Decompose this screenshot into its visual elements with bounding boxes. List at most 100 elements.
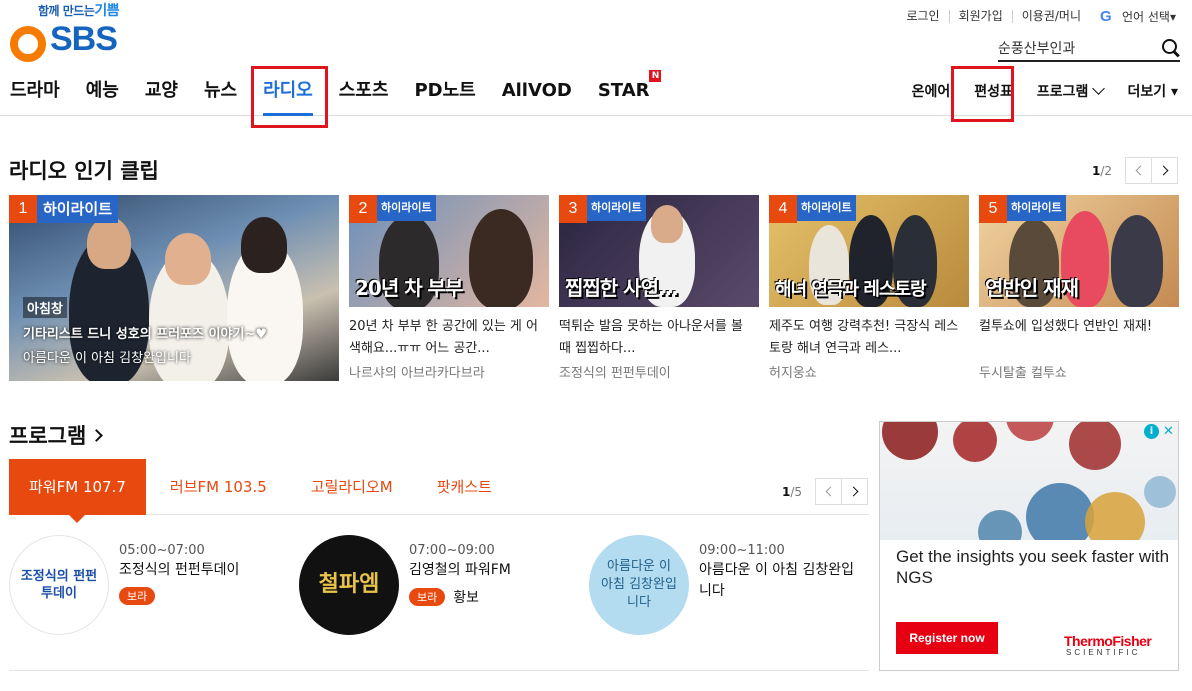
station-tabs: 파워FM 107.7 러브FM 103.5 고릴라디오M 팟캐스트 [9,459,869,523]
nav-onair[interactable]: 온에어 [912,81,951,101]
clip-rank: 1 [9,195,37,223]
info-icon[interactable]: i [1144,424,1159,439]
clip-program: 나르샤의 아브라카다브라 [349,366,485,381]
clip-program: 아름다운 이 아침 김창완입니다 [23,351,191,366]
clips-pager-text: 1/2 [1092,163,1113,178]
tab-lovefm[interactable]: 러브FM 103.5 [150,459,287,515]
clip-highlight-tag: 하이라이트 [37,195,119,223]
program-name: 조정식의 펀펀투데이 [119,562,240,578]
nav-culture[interactable]: 교양 [145,66,178,116]
clip-program: 허지웅쇼 [769,366,817,381]
ad-brand-logo: ThermoFisher [1064,633,1152,649]
program-logo: 아름다운 이 아침 김창완입니다 [589,535,689,635]
clip-title: 기타리스트 드니 성호의 프러포즈 이야기~♥ [23,327,267,342]
clip-card-4[interactable]: 4 하이라이트 해녀 연극과 레스토랑 제주도 여행 강력추천! 극장식 레스토… [769,195,969,381]
clip-highlight-tag: 하이라이트 [377,195,436,221]
clip-desc: 컬투쇼에 입성했다 연반인 재재! [979,319,1153,334]
clip-5-thumbnail: 5 하이라이트 연반인 재재 [979,195,1179,307]
program-pager-text: 1/5 [782,484,803,499]
clip-card-3[interactable]: 3 하이라이트 찝찝한 사연... 떡튀순 발음 못하는 아나운서를 볼 때 찝… [559,195,759,381]
clips-section-title: 라디오 인기 클립 [9,159,159,183]
program-logo: 철파엠 [299,535,399,635]
clip-desc: 제주도 여행 강력추천! 극장식 레스토랑 해녀 연극과 레스... [769,319,959,356]
program-title-label: 프로그램 [9,424,87,448]
nav-program-dropdown[interactable]: 프로그램 [1036,81,1106,101]
clip-program: 조정식의 펀펀투데이 [559,366,671,381]
tab-podcast[interactable]: 팟캐스트 [417,459,512,515]
highlight-radio-box [251,66,328,128]
logo-mark-icon [10,26,46,62]
program-item-3[interactable]: 아름다운 이 아침 김창완입니다 09:00~11:00 아름다운 이 아침 김… [589,535,869,635]
ticket-money-link[interactable]: 이용권/머니 [1011,10,1090,23]
ad-register-button[interactable]: Register now [896,622,998,654]
program-section-title[interactable]: 프로그램 [9,420,104,450]
clip-program-label: 아침창 [23,297,67,318]
clips-prev-button[interactable] [1125,157,1153,184]
program-time: 05:00~07:00 [119,543,205,558]
ad-banner[interactable]: i ✕ Get the insights you seek faster wit… [879,421,1179,671]
watch-badge[interactable]: 보라 [119,587,156,605]
clip-card-2[interactable]: 2 하이라이트 20년 차 부부 20년 차 부부 한 공간에 있는 게 어색해… [349,195,549,381]
program-name: 김영철의 파워FM [409,562,511,578]
clip-thumb-caption: 찝찝한 사연... [565,276,679,300]
clip-desc: 떡튀순 발음 못하는 아나운서를 볼 때 찝찝하다... [559,319,743,356]
program-item-2[interactable]: 철파엠 07:00~09:00 김영철의 파워FM 보라 황보 [299,535,579,635]
clip-program: 두시탈출 컬투쇼 [979,366,1067,381]
google-g-icon: G [1100,7,1112,25]
nav-drama[interactable]: 드라마 [10,66,60,116]
program-time: 09:00~11:00 [699,543,785,558]
clip-rank: 2 [349,195,377,223]
clip-rank: 4 [769,195,797,223]
program-logo: 조정식의 펀펀투데이 [9,535,109,635]
search-box [998,36,1180,62]
program-next-button[interactable] [841,478,869,505]
logo-text: SBS [50,20,118,58]
nav-allvod[interactable]: AllVOD [502,66,572,116]
search-icon[interactable] [1162,39,1180,57]
clip-rank: 5 [979,195,1007,223]
clip-thumb-caption: 20년 차 부부 [355,276,463,300]
clip-2-thumbnail: 2 하이라이트 20년 차 부부 [349,195,549,307]
login-link[interactable]: 로그인 [897,10,948,23]
clip-highlight-tag: 하이라이트 [587,195,646,221]
clip-thumb-caption: 연반인 재재 [985,276,1079,300]
nav-entertainment[interactable]: 예능 [86,66,119,116]
nav-news[interactable]: 뉴스 [204,66,237,116]
nav-pdnote[interactable]: PD노트 [414,66,475,116]
ad-choices[interactable]: i ✕ [1144,424,1176,439]
program-pager: 1/5 [782,478,869,505]
top-links: 로그인 회원가입 이용권/머니 G 언어 선택▾ [897,8,1176,25]
nav-program-label: 프로그램 [1036,84,1089,100]
language-label: 언어 선택▾ [1122,10,1176,24]
nav-more[interactable]: 더보기 ▾ [1127,81,1178,101]
clip-4-thumbnail: 4 하이라이트 해녀 연극과 레스토랑 [769,195,969,307]
program-time: 07:00~09:00 [409,543,495,558]
tab-gorealradio[interactable]: 고릴라디오M [291,459,413,515]
program-item-1[interactable]: 조정식의 펀펀투데이 05:00~07:00 조정식의 펀펀투데이 보라 [9,535,289,635]
watch-badge[interactable]: 보라 [409,588,446,606]
nav-star-label: STAR [597,80,650,101]
nav-sports[interactable]: 스포츠 [339,66,389,116]
clip-3-thumbnail: 3 하이라이트 찝찝한 사연... [559,195,759,307]
clip-thumb-caption: 해녀 연극과 레스토랑 [775,279,927,300]
program-prev-button[interactable] [815,478,843,505]
logo-tagline: 함께 만드는기쁨 [38,3,120,19]
tab-powerfm[interactable]: 파워FM 107.7 [9,459,146,523]
chevron-right-icon [90,428,104,442]
program-name: 아름다운 이 아침 김창완입니다 [699,562,855,599]
close-icon[interactable]: ✕ [1161,424,1176,439]
clips-next-button[interactable] [1151,157,1179,184]
ad-image [880,422,1178,554]
chevron-down-icon [1092,82,1106,95]
language-select[interactable]: G 언어 선택▾ [1100,8,1176,25]
signup-link[interactable]: 회원가입 [948,10,1012,23]
search-input[interactable] [998,40,1148,56]
clip-desc: 20년 차 부부 한 공간에 있는 게 어색해요...ㅠㅠ 어느 공간... [349,319,538,356]
sbs-logo[interactable]: 함께 만드는기쁨 SBS [8,0,138,62]
program-host: 황보 [453,590,480,606]
new-badge: N [649,70,662,82]
highlight-schedule-box [951,66,1014,122]
nav-star[interactable]: STAR N [597,66,662,116]
clip-card-5[interactable]: 5 하이라이트 연반인 재재 컬투쇼에 입성했다 연반인 재재! 두시탈출 컬투… [979,195,1179,381]
clip-card-1[interactable]: 1 하이라이트 아침창 기타리스트 드니 성호의 프러포즈 이야기~♥ 아름다운… [9,195,339,381]
